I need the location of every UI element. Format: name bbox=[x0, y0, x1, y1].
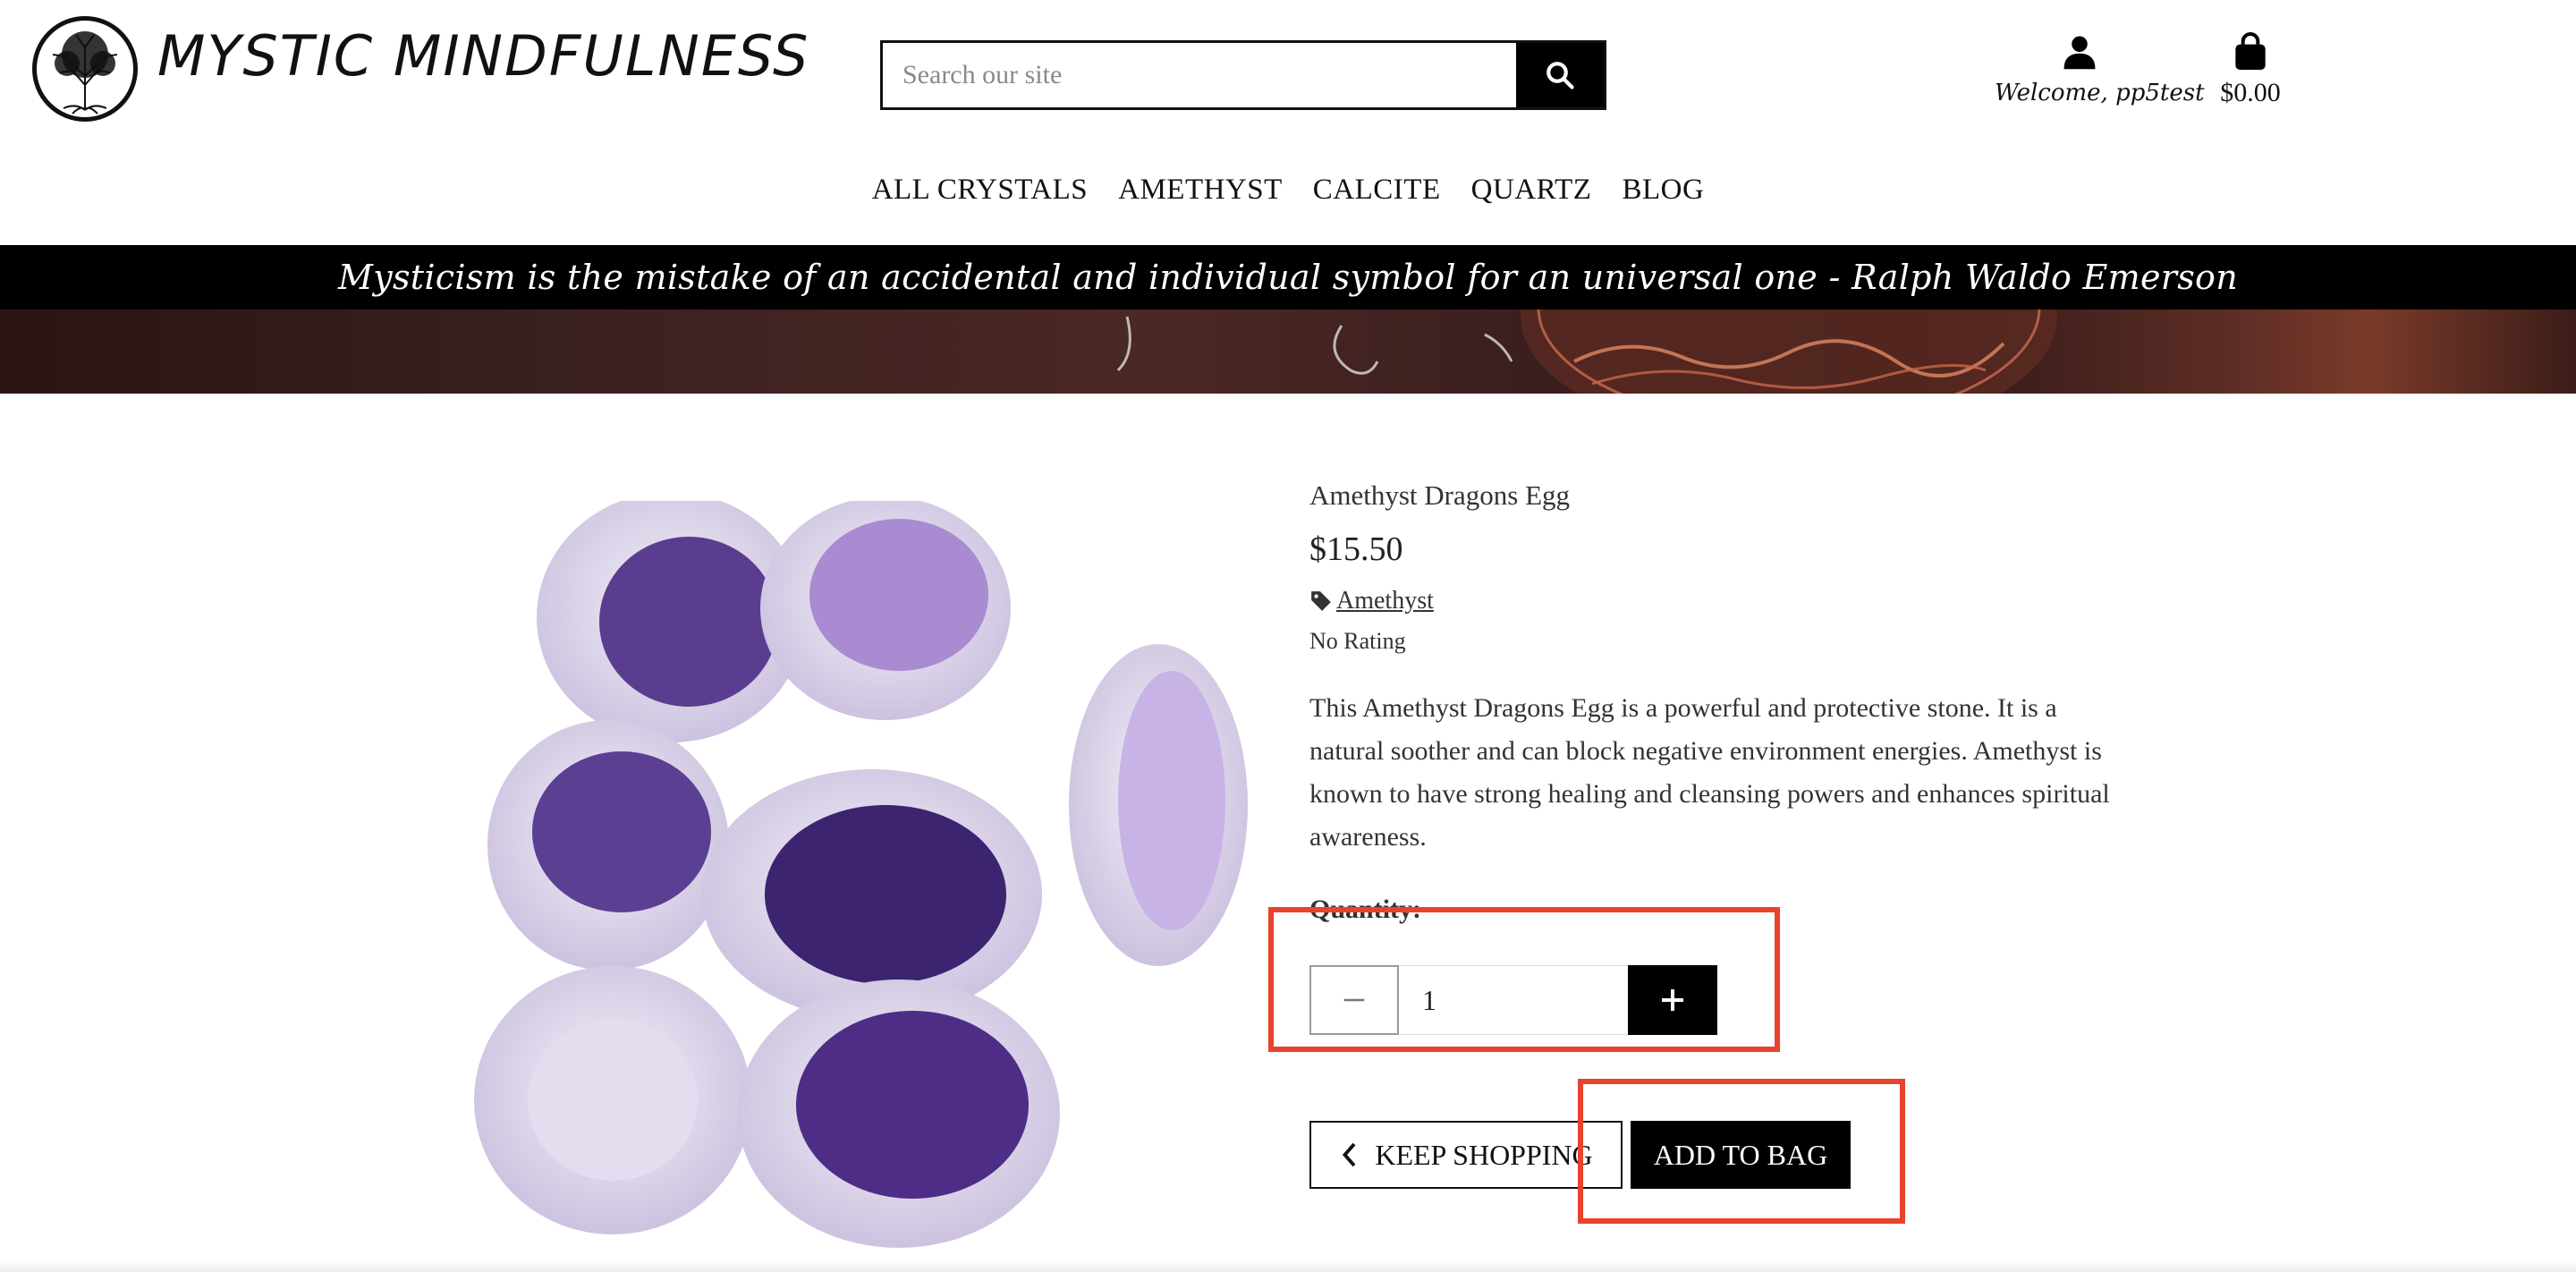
keep-shopping-label: KEEP SHOPPING bbox=[1375, 1138, 1593, 1171]
product-image bbox=[465, 492, 1252, 1252]
product-rating: No Rating bbox=[1309, 628, 1406, 654]
logo[interactable] bbox=[32, 16, 138, 122]
search-input[interactable] bbox=[883, 43, 1516, 107]
nav-calcite[interactable]: CALCITE bbox=[1313, 174, 1441, 207]
product-description: This Amethyst Dragons Egg is a powerful … bbox=[1309, 693, 2110, 852]
search-icon bbox=[1546, 62, 1574, 89]
nav-amethyst[interactable]: AMETHYST bbox=[1118, 174, 1283, 207]
product-category: Amethyst bbox=[1309, 587, 2150, 615]
bag-total: $0.00 bbox=[2220, 78, 2281, 107]
shopping-bag[interactable]: $0.00 bbox=[2206, 32, 2295, 108]
product-price: $15.50 bbox=[1309, 530, 1403, 568]
account-menu[interactable]: Welcome, pp5test bbox=[1995, 32, 2205, 106]
nav-blog[interactable]: BLOG bbox=[1622, 174, 1704, 207]
quote-bar: Mysticism is the mistake of an accidenta… bbox=[0, 245, 2576, 310]
category-link[interactable]: Amethyst bbox=[1336, 587, 1434, 615]
footer-shadow bbox=[0, 1261, 2576, 1272]
search-button[interactable] bbox=[1516, 43, 1604, 107]
add-to-bag-highlight-box bbox=[1578, 1079, 1905, 1224]
tree-of-life-icon bbox=[52, 31, 118, 114]
quote-text: Mysticism is the mistake of an accidenta… bbox=[338, 258, 2238, 297]
brand-name[interactable]: MYSTIC MINDFULNESS bbox=[157, 23, 809, 89]
nav-quartz[interactable]: QUARTZ bbox=[1471, 174, 1592, 207]
nav-all-crystals[interactable]: ALL CRYSTALS bbox=[872, 174, 1088, 207]
quantity-highlight-box bbox=[1268, 907, 1780, 1052]
hero-banner-image bbox=[0, 308, 2576, 394]
keep-shopping-button[interactable]: KEEP SHOPPING bbox=[1309, 1121, 1623, 1189]
product-info: Amethyst Dragons Egg $15.50 Amethyst No … bbox=[1309, 479, 2150, 859]
product-name: Amethyst Dragons Egg bbox=[1309, 479, 1571, 511]
tag-icon bbox=[1311, 591, 1331, 611]
chevron-left-icon bbox=[1343, 1142, 1356, 1167]
user-icon bbox=[2063, 36, 2096, 70]
crystal-ball-image bbox=[1116, 308, 2057, 394]
account-label: Welcome, pp5test bbox=[1995, 80, 2205, 106]
shopping-bag-icon bbox=[2235, 32, 2266, 70]
search-bar bbox=[880, 40, 1606, 110]
main-nav: ALL CRYSTALS AMETHYST CALCITE QUARTZ BLO… bbox=[0, 174, 2576, 207]
